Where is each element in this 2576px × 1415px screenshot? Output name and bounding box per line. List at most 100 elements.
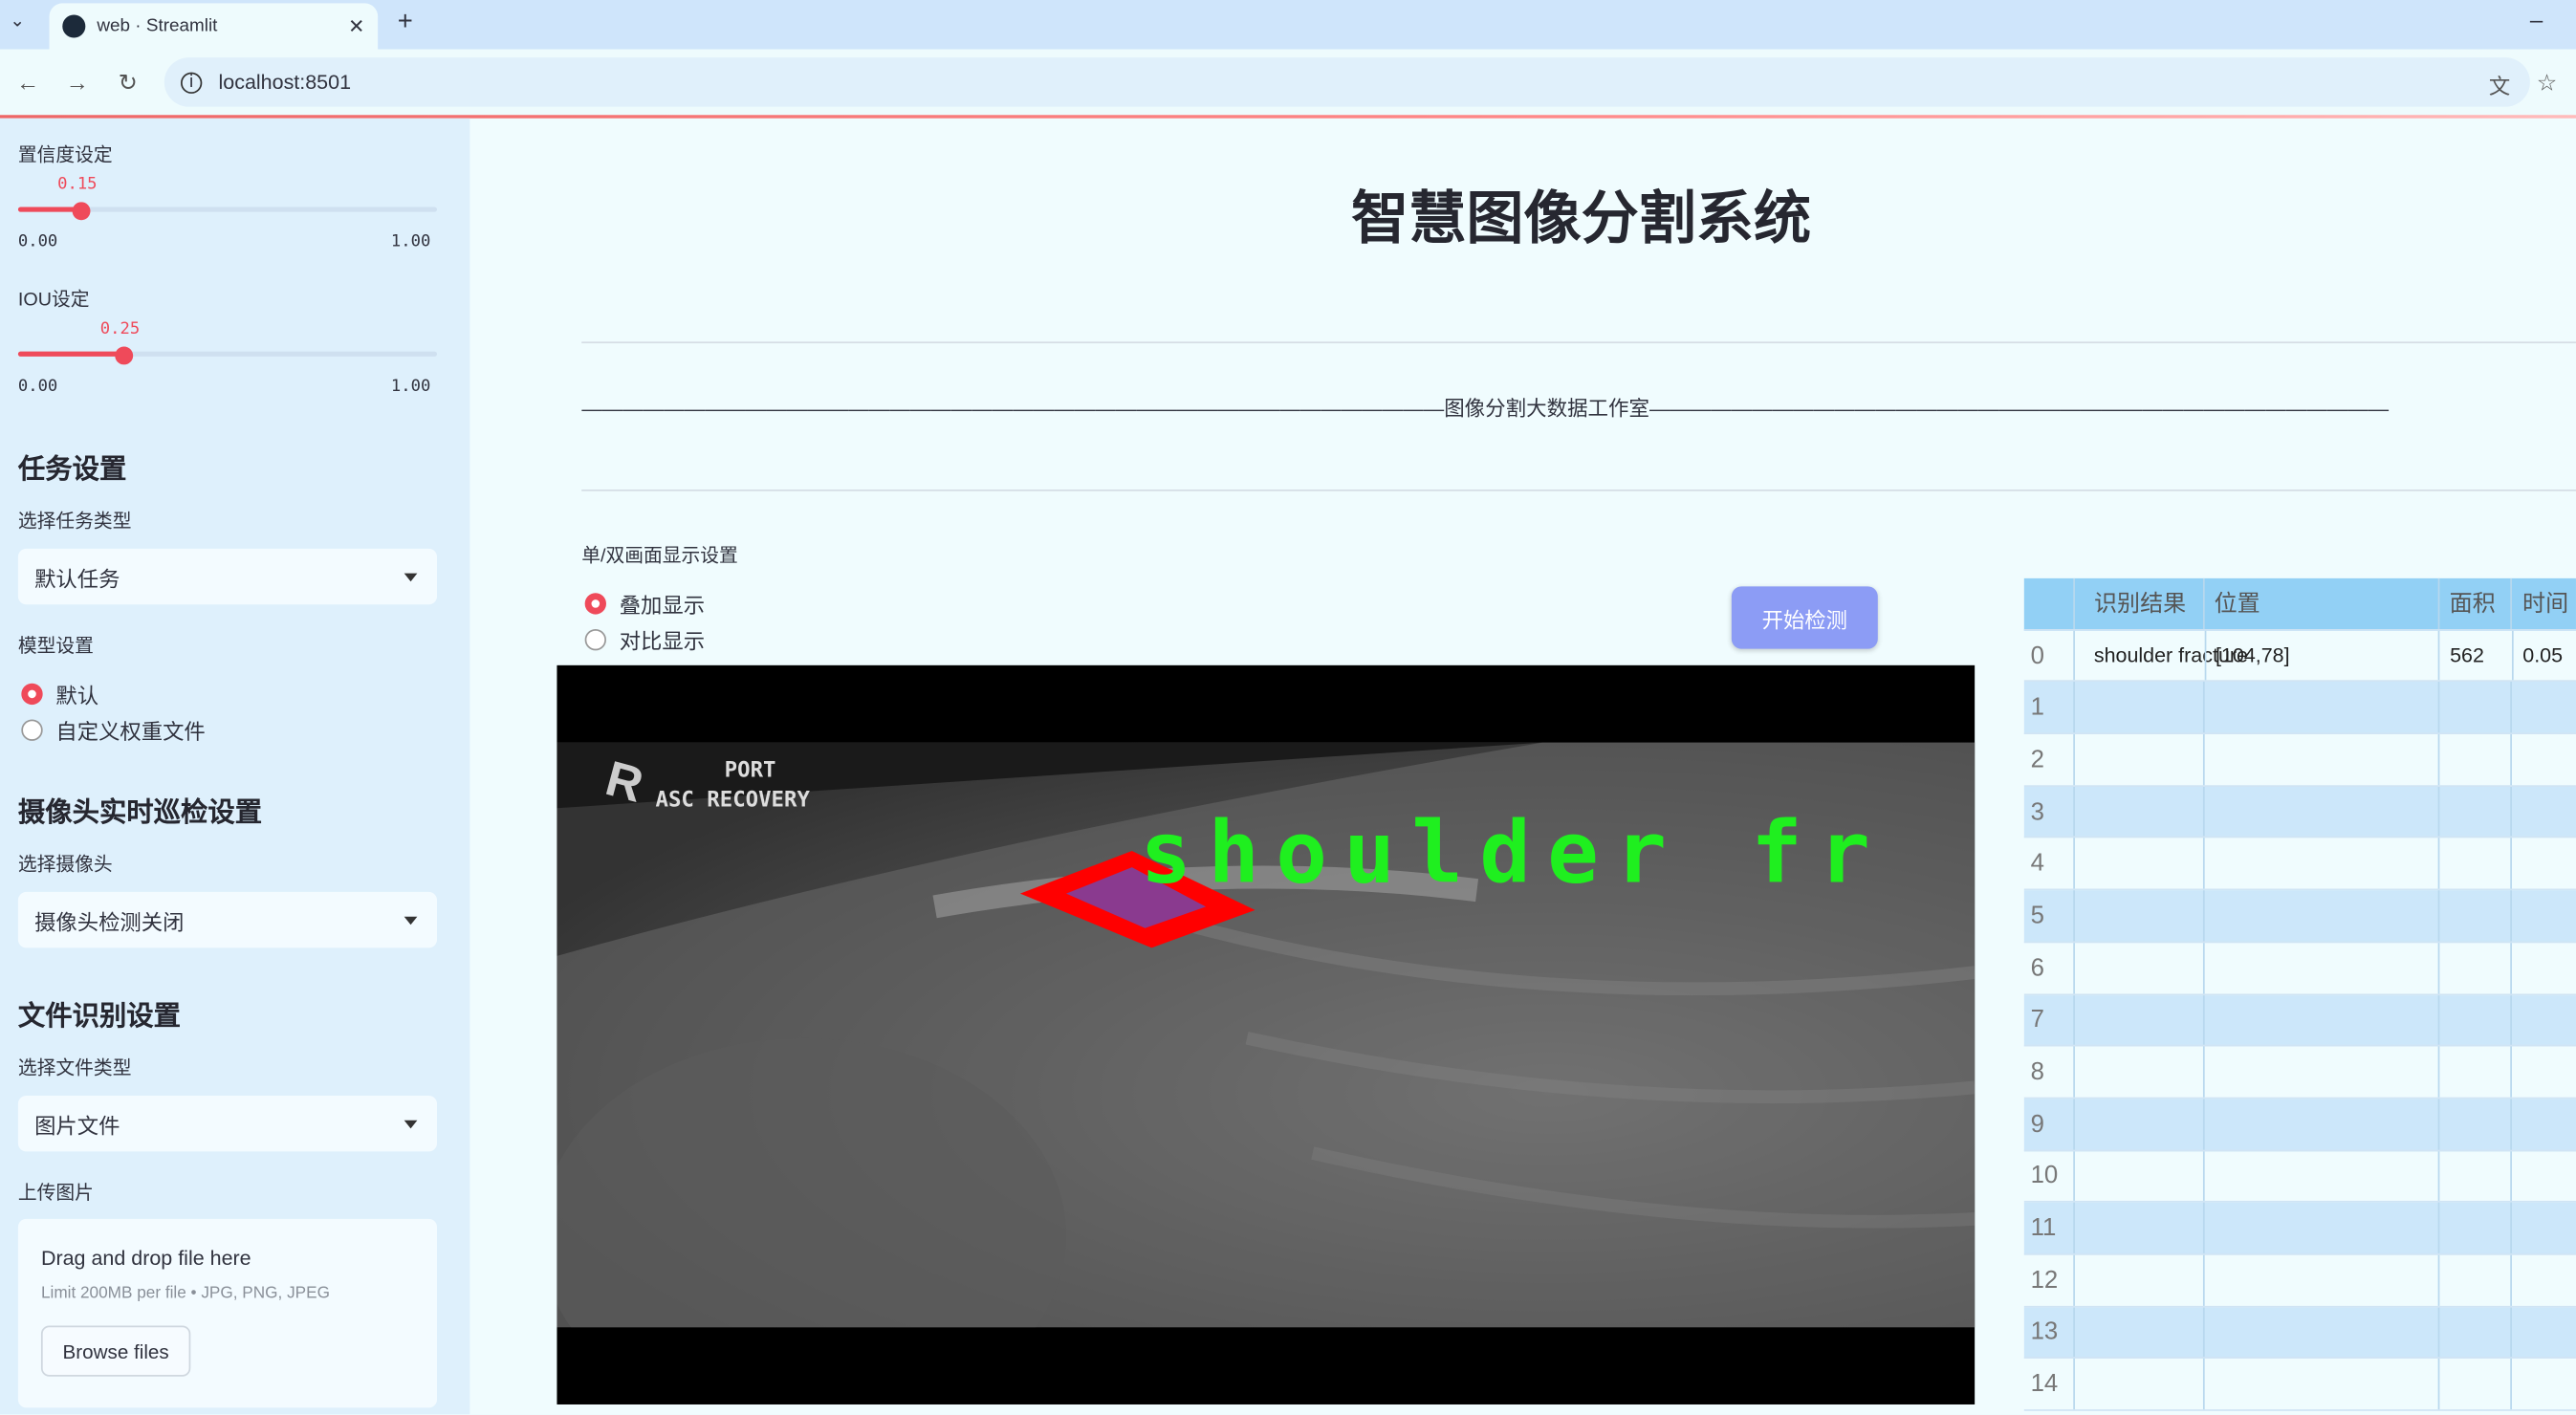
table-cell bbox=[2511, 838, 2576, 889]
table-cell: [104,78] bbox=[2203, 630, 2438, 681]
sidebar: 置信度设定 0.15 0.00 1.00 IOU设定 0.25 0.00 1.0… bbox=[0, 118, 470, 1415]
tab-title: web · Streamlit bbox=[97, 16, 218, 36]
table-cell bbox=[2437, 942, 2511, 993]
browser-tab-bar: ⌄ web · Streamlit ✕ + – bbox=[0, 0, 2576, 50]
table-cell bbox=[2437, 682, 2511, 733]
detection-label: shoulder fr bbox=[1140, 804, 1888, 903]
table-cell bbox=[2511, 1306, 2576, 1358]
model-radio-custom[interactable]: 自定义权重文件 bbox=[21, 714, 206, 746]
table-cell bbox=[2072, 1306, 2203, 1358]
browse-files-button[interactable]: Browse files bbox=[40, 1325, 191, 1377]
table-cell: 8 bbox=[2030, 1057, 2044, 1086]
radio-label: 自定义权重文件 bbox=[55, 719, 206, 745]
tab-list-chevron-icon[interactable]: ⌄ bbox=[10, 10, 25, 32]
table-cell bbox=[2072, 838, 2203, 889]
table-row[interactable]: 11 bbox=[2023, 1203, 2576, 1255]
confidence-min: 0.00 bbox=[17, 232, 58, 251]
translate-icon[interactable]: ⽂ bbox=[2489, 69, 2510, 100]
table-row[interactable]: 13 bbox=[2023, 1306, 2576, 1360]
forward-icon[interactable]: → bbox=[66, 69, 89, 95]
table-cell bbox=[2202, 682, 2438, 733]
table-row[interactable]: 10 bbox=[2023, 1150, 2576, 1204]
camera-settings-heading: 摄像头实时巡检设置 bbox=[17, 797, 263, 828]
site-info-icon[interactable]: i bbox=[180, 71, 203, 94]
table-cell bbox=[2437, 786, 2511, 838]
table-row[interactable]: 9 bbox=[2023, 1099, 2576, 1151]
table-cell bbox=[2437, 1150, 2511, 1202]
table-cell bbox=[2437, 1099, 2511, 1149]
confidence-slider[interactable] bbox=[17, 202, 438, 221]
table-cell bbox=[2511, 1099, 2576, 1149]
reload-icon[interactable]: ↻ bbox=[119, 69, 138, 97]
table-cell bbox=[2202, 786, 2438, 838]
table-cell bbox=[2072, 942, 2203, 993]
browser-tab[interactable]: web · Streamlit ✕ bbox=[49, 3, 379, 50]
confidence-value: 0.15 bbox=[57, 175, 98, 194]
radio-selected-icon bbox=[584, 593, 606, 615]
close-tab-icon[interactable]: ✕ bbox=[348, 14, 364, 37]
iou-slider[interactable] bbox=[17, 346, 438, 365]
radio-label: 叠加显示 bbox=[619, 593, 706, 619]
file-dropzone[interactable]: Drag and drop file here Limit 200MB per … bbox=[17, 1218, 438, 1408]
table-cell bbox=[2437, 1359, 2511, 1410]
camera-label: 选择摄像头 bbox=[17, 856, 113, 876]
confidence-slider-thumb[interactable] bbox=[73, 202, 91, 221]
table-row[interactable]: 4 bbox=[2023, 838, 2576, 891]
table-cell bbox=[2072, 682, 2203, 733]
table-row[interactable]: 8 bbox=[2023, 1046, 2576, 1099]
bookmark-star-icon[interactable]: ☆ bbox=[2537, 69, 2558, 97]
table-row[interactable]: 1 bbox=[2023, 682, 2576, 735]
address-bar-row: ← → ↻ i localhost:8501 ⽂ ☆ bbox=[0, 49, 2576, 117]
table-cell bbox=[2072, 1359, 2203, 1410]
table-cell: shoulder fracture bbox=[2072, 630, 2248, 681]
task-type-select[interactable]: 默认任务 bbox=[17, 548, 438, 605]
radio-selected-icon bbox=[21, 683, 43, 706]
table-row[interactable]: 12 bbox=[2023, 1254, 2576, 1307]
results-table[interactable]: 识别结果 位置 面积 时间 0 shoulder fracture [104,78] 562 0… bbox=[2023, 577, 2576, 1415]
xray-image: R PORT ASC RECOVERY shoulder fr bbox=[557, 742, 1976, 1328]
detection-result-image: R PORT ASC RECOVERY shoulder fr bbox=[557, 664, 1976, 1404]
table-cell bbox=[2511, 786, 2576, 838]
table-cell bbox=[2511, 734, 2576, 785]
table-header-row[interactable]: 识别结果 位置 面积 时间 bbox=[2023, 577, 2576, 631]
minimize-icon[interactable]: – bbox=[2530, 7, 2543, 33]
model-radio-default[interactable]: 默认 bbox=[21, 679, 98, 710]
table-cell: 0.05 bbox=[2511, 630, 2576, 681]
table-row[interactable]: 0 shoulder fracture [104,78] 562 0.05 bbox=[2023, 630, 2576, 683]
table-cell bbox=[2202, 994, 2438, 1046]
table-cell: 1 bbox=[2030, 693, 2044, 722]
table-row[interactable]: 6 bbox=[2023, 942, 2576, 995]
display-radio-compare[interactable]: 对比显示 bbox=[584, 624, 705, 656]
table-cell bbox=[2072, 1203, 2203, 1253]
file-type-select[interactable]: 图片文件 bbox=[17, 1095, 438, 1152]
iou-label: IOU设定 bbox=[17, 291, 90, 311]
table-cell bbox=[2202, 1046, 2438, 1098]
table-row[interactable]: 2 bbox=[2023, 734, 2576, 787]
table-row[interactable]: 7 bbox=[2023, 994, 2576, 1047]
table-row[interactable]: 5 bbox=[2023, 890, 2576, 943]
table-cell bbox=[2072, 1099, 2203, 1149]
table-row[interactable]: 14 bbox=[2023, 1359, 2576, 1411]
display-radio-overlay[interactable]: 叠加显示 bbox=[584, 588, 706, 620]
chevron-down-icon bbox=[404, 915, 418, 925]
table-row[interactable]: 3 bbox=[2023, 786, 2576, 838]
table-cell: 2 bbox=[2030, 745, 2044, 774]
table-cell bbox=[2072, 1150, 2203, 1202]
task-type-label: 选择任务类型 bbox=[17, 512, 132, 533]
table-cell: 6 bbox=[2030, 953, 2044, 982]
camera-select[interactable]: 摄像头检测关闭 bbox=[17, 891, 438, 948]
iou-slider-thumb[interactable] bbox=[114, 346, 133, 365]
table-cell bbox=[2202, 1254, 2438, 1306]
new-tab-icon[interactable]: + bbox=[398, 9, 413, 38]
url-input[interactable]: i localhost:8501 bbox=[164, 57, 2530, 107]
iou-value: 0.25 bbox=[99, 320, 141, 338]
confidence-max: 1.00 bbox=[390, 232, 431, 251]
table-cell bbox=[2511, 1046, 2576, 1098]
table-cell bbox=[2072, 890, 2203, 942]
back-icon[interactable]: ← bbox=[16, 69, 39, 95]
table-cell bbox=[2437, 838, 2511, 889]
start-detection-button[interactable]: 开始检测 bbox=[1731, 586, 1878, 649]
confidence-label: 置信度设定 bbox=[17, 145, 113, 166]
table-cell bbox=[2437, 890, 2511, 942]
page-title: 智慧图像分割系统 bbox=[1351, 186, 1812, 251]
